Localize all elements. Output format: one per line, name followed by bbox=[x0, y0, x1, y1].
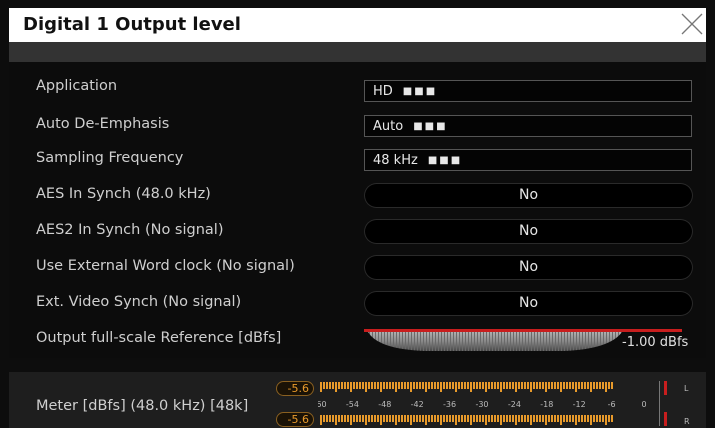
selector-dots-icon: ■■■ bbox=[402, 86, 438, 97]
clip-indicator-left bbox=[664, 381, 667, 395]
selector-dots-icon: ■■■ bbox=[427, 155, 463, 166]
meter-scale-label: 0 bbox=[641, 400, 646, 409]
meter-scale-label: -48 bbox=[378, 400, 391, 409]
header-band bbox=[9, 42, 706, 62]
application-label: Application bbox=[36, 78, 118, 94]
output-reference-label: Output full-scale Reference [dBfs] bbox=[36, 330, 282, 346]
meter-bar-right bbox=[320, 415, 613, 425]
meter-scale-label: -36 bbox=[443, 400, 456, 409]
clip-indicator-right bbox=[664, 412, 667, 426]
application-value: HD bbox=[373, 84, 393, 99]
external-word-clock-toggle[interactable]: No bbox=[364, 255, 693, 280]
reference-value: -1.00 dBfs bbox=[622, 335, 689, 350]
sampling-frequency-select[interactable]: 48 kHz ■■■ bbox=[364, 149, 692, 171]
peak-left-readout[interactable]: -5.6 bbox=[276, 381, 314, 396]
meter-bar-left bbox=[320, 382, 613, 392]
meter-scale-label: -42 bbox=[411, 400, 424, 409]
aes-in-synch-toggle[interactable]: No bbox=[364, 183, 693, 208]
meter-scale-label: -12 bbox=[573, 400, 586, 409]
close-icon[interactable] bbox=[678, 10, 706, 38]
meter-scale-label: -54 bbox=[346, 400, 359, 409]
meter-scale-label: -30 bbox=[475, 400, 488, 409]
meter-label: Meter [dBfs] (48.0 kHz) [48k] bbox=[36, 398, 249, 414]
sampling-frequency-label: Sampling Frequency bbox=[36, 150, 184, 166]
ext-video-synch-toggle[interactable]: No bbox=[364, 291, 693, 316]
external-word-clock-label: Use External Word clock (No signal) bbox=[36, 258, 295, 274]
meter-scale-label: -24 bbox=[508, 400, 521, 409]
meter-divider bbox=[659, 381, 660, 426]
peak-right-readout[interactable]: -5.6 bbox=[276, 412, 314, 427]
ext-video-synch-label: Ext. Video Synch (No signal) bbox=[36, 294, 242, 310]
auto-de-emphasis-label: Auto De-Emphasis bbox=[36, 116, 170, 132]
level-meter: -60-54-48-42-36-30-24-18-12-60LR bbox=[318, 381, 690, 426]
auto-de-emphasis-select[interactable]: Auto ■■■ bbox=[364, 115, 692, 137]
selector-dots-icon: ■■■ bbox=[413, 121, 448, 132]
title-bar: Digital 1 Output level bbox=[9, 8, 706, 42]
channel-left-label: L bbox=[684, 384, 689, 393]
aes2-in-synch-label: AES2 In Synch (No signal) bbox=[36, 222, 224, 238]
aes2-in-synch-toggle[interactable]: No bbox=[364, 219, 693, 244]
meter-scale-label: -6 bbox=[608, 400, 616, 409]
window-title: Digital 1 Output level bbox=[23, 14, 241, 35]
application-select[interactable]: HD ■■■ bbox=[364, 80, 692, 102]
sampling-frequency-value: 48 kHz bbox=[373, 153, 418, 168]
meter-scale-label: -60 bbox=[318, 400, 327, 409]
channel-right-label: R bbox=[684, 417, 690, 426]
output-level-window: Digital 1 Output level Application Auto … bbox=[0, 0, 715, 428]
aes-in-synch-label: AES In Synch (48.0 kHz) bbox=[36, 186, 211, 202]
auto-de-emphasis-value: Auto bbox=[373, 119, 404, 134]
meter-scale-label: -18 bbox=[540, 400, 553, 409]
